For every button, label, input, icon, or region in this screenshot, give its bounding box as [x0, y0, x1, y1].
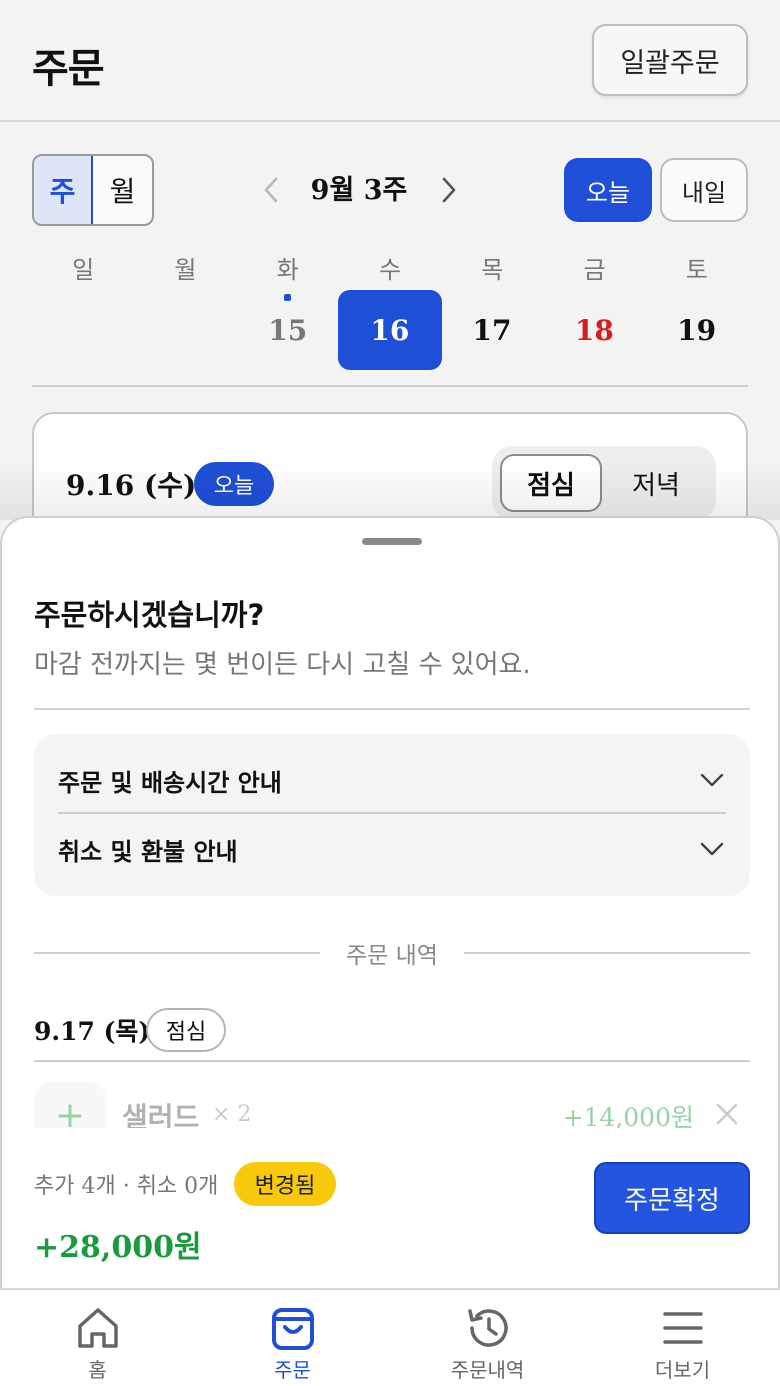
page-title: 주문 — [32, 46, 105, 92]
info-item-label: 주문 및 배송시간 안내 — [58, 768, 282, 797]
meal-dinner-button[interactable]: 저녁 — [604, 454, 708, 512]
dow-mon: 월 — [174, 256, 197, 284]
tab-label: 주문 — [274, 1358, 311, 1382]
dow-fri: 금 — [583, 256, 606, 284]
sheet-title: 주문하시겠습니까? — [34, 598, 265, 632]
tab-order-history[interactable]: 주문내역 — [390, 1290, 585, 1386]
view-toggle: 주 월 — [32, 154, 154, 226]
changed-badge: 변경됨 — [234, 1162, 336, 1206]
info-accordion: 주문 및 배송시간 안내 취소 및 환불 안내 — [34, 734, 750, 896]
week-view-button[interactable]: 주 — [34, 156, 93, 224]
order-page: 주문 일괄주문 주 월 9월 3주 오늘 내일 일 월 화 수 목 금 토 15… — [0, 0, 780, 1386]
sheet-drag-handle[interactable] — [362, 538, 422, 545]
order-meal-badge: 점심 — [146, 1008, 226, 1052]
shopping-bag-icon — [272, 1308, 314, 1350]
order-date: 9.17 (목) — [34, 1017, 151, 1046]
divider — [464, 952, 750, 954]
home-icon — [78, 1308, 118, 1348]
date-cell-15[interactable]: 15 — [237, 290, 339, 370]
tab-home[interactable]: 홈 — [0, 1290, 195, 1386]
order-history-label: 주문 내역 — [346, 943, 438, 969]
date-number: 17 — [472, 313, 512, 347]
date-number: 19 — [677, 313, 717, 347]
today-badge: 오늘 — [194, 462, 274, 506]
order-change-summary: 추가 4개 · 취소 0개 — [34, 1174, 219, 1199]
next-week-button[interactable] — [434, 168, 464, 212]
tomorrow-button[interactable]: 내일 — [660, 158, 748, 222]
tab-label: 더보기 — [654, 1358, 711, 1382]
dow-sun: 일 — [72, 256, 95, 284]
day-card-date: 9.16 (수) — [66, 469, 197, 502]
sheet-subtitle: 마감 전까지는 몇 번이든 다시 고칠 수 있어요. — [34, 650, 531, 680]
week-label: 9월 3주 — [310, 175, 408, 206]
tab-order[interactable]: 주문 — [195, 1290, 390, 1386]
previous-week-button[interactable] — [256, 168, 286, 212]
chevron-down-icon — [698, 766, 726, 794]
month-view-button[interactable]: 월 — [93, 156, 152, 224]
date-number: 16 — [370, 313, 410, 347]
remove-item-button[interactable] — [712, 1096, 742, 1132]
divider — [34, 952, 320, 954]
divider — [32, 385, 748, 387]
chevron-right-icon — [442, 177, 456, 203]
dow-wed: 수 — [378, 256, 402, 284]
week-dates: 15 16 17 18 19 — [32, 290, 748, 370]
order-confirm-sheet: 주문하시겠습니까? 마감 전까지는 몇 번이든 다시 고칠 수 있어요. 주문 … — [0, 516, 780, 1290]
date-sun-empty — [32, 290, 134, 370]
date-cell-18[interactable]: 18 — [543, 290, 645, 370]
date-number: 18 — [574, 313, 614, 347]
history-icon — [468, 1309, 508, 1347]
info-item-refund[interactable]: 취소 및 환불 안내 — [58, 816, 726, 882]
tab-label: 주문내역 — [450, 1358, 525, 1382]
info-item-label: 취소 및 환불 안내 — [58, 837, 238, 866]
item-quantity: × 2 — [212, 1102, 252, 1127]
date-number: 15 — [268, 313, 308, 347]
order-footer: 추가 4개 · 취소 0개 변경됨 +28,000원 주문확정 — [2, 1128, 778, 1290]
bottom-tab-bar: 홈 주문 주문내역 더보기 — [0, 1288, 780, 1386]
date-cell-16-selected[interactable]: 16 — [337, 290, 442, 370]
confirm-order-button[interactable]: 주문확정 — [594, 1162, 750, 1234]
date-mon-empty — [134, 290, 236, 370]
date-cell-19[interactable]: 19 — [645, 290, 747, 370]
order-indicator-dot — [283, 294, 291, 301]
divider — [34, 1060, 750, 1062]
bulk-order-button[interactable]: 일괄주문 — [592, 24, 748, 96]
dow-sat: 토 — [685, 256, 708, 284]
menu-icon — [663, 1312, 703, 1344]
tab-more[interactable]: 더보기 — [585, 1290, 780, 1386]
close-icon — [716, 1103, 738, 1125]
meal-lunch-button[interactable]: 점심 — [500, 454, 602, 512]
tab-label: 홈 — [88, 1358, 107, 1382]
chevron-left-icon — [264, 177, 278, 203]
info-item-delivery[interactable]: 주문 및 배송시간 안내 — [58, 748, 726, 814]
day-of-week-header: 일 월 화 수 목 금 토 — [32, 250, 748, 284]
order-total: +28,000원 — [34, 1230, 202, 1265]
dow-tue: 화 — [276, 256, 299, 284]
chevron-down-icon — [698, 835, 726, 863]
today-button[interactable]: 오늘 — [564, 158, 652, 222]
header: 주문 일괄주문 — [0, 0, 780, 122]
meal-toggle: 점심 저녁 — [492, 446, 716, 520]
divider — [34, 708, 750, 710]
date-cell-17[interactable]: 17 — [441, 290, 543, 370]
dow-thu: 목 — [481, 256, 504, 284]
